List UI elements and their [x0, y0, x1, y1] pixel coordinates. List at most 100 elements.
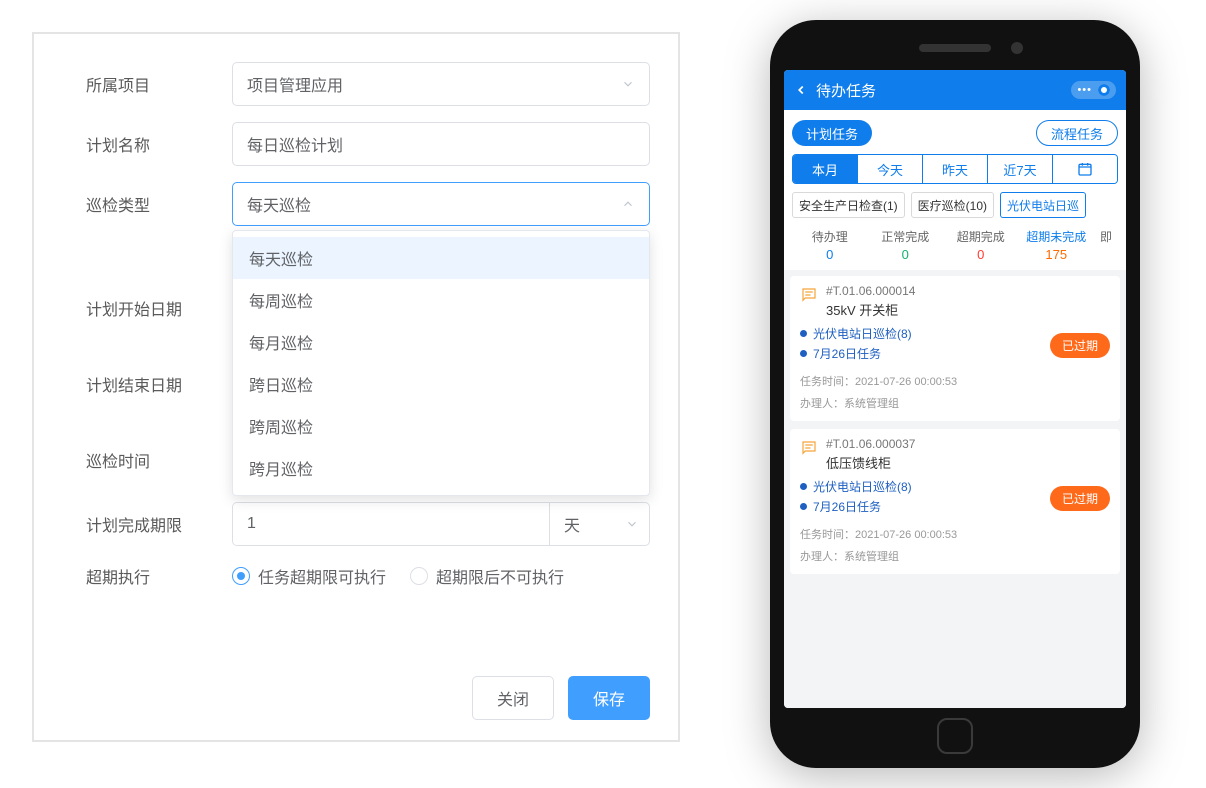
- phone-earpiece-icon: [919, 44, 991, 52]
- control-inspect-type: 每天巡检 每天巡检 每周巡检 每月巡检 跨日巡检 跨周巡检 跨月巡检: [232, 182, 650, 226]
- select-deadline-unit[interactable]: 天: [549, 503, 649, 545]
- stat-value: 0: [868, 247, 944, 262]
- row-project: 所属项目 项目管理应用: [62, 62, 650, 106]
- stat-overdue-done[interactable]: 超期完成 0: [943, 226, 1019, 264]
- input-deadline-number[interactable]: [233, 503, 549, 545]
- app-title: 待办任务: [816, 80, 1071, 101]
- app-header: 待办任务 •••: [784, 70, 1126, 110]
- form-footer: 关闭 保存: [472, 676, 650, 720]
- row-plan-name: 计划名称: [62, 122, 650, 166]
- radio-circle-icon: [410, 567, 428, 585]
- stat-row: 待办理 0 正常完成 0 超期完成 0 超期未完成: [792, 226, 1118, 264]
- close-button[interactable]: 关闭: [472, 676, 554, 720]
- tag-item[interactable]: 医疗巡检(10): [911, 192, 994, 218]
- stat-done[interactable]: 正常完成 0: [868, 226, 944, 264]
- card-bullet: 7月26日任务: [800, 345, 912, 362]
- card-bullets: 光伏电站日巡检(8) 7月26日任务: [800, 325, 912, 365]
- card-bullet: 7月26日任务: [800, 498, 912, 515]
- card-handler: 办理人：系统管理组: [800, 395, 1110, 411]
- card-head-text: #T.01.06.000014 35kV 开关柜: [826, 284, 915, 319]
- dropdown-option[interactable]: 跨周巡检: [233, 405, 649, 447]
- segment-calendar[interactable]: [1053, 155, 1117, 183]
- card-mid: 光伏电站日巡检(8) 7月26日任务 已过期: [800, 478, 1110, 518]
- tag-item[interactable]: 安全生产日检查(1): [792, 192, 905, 218]
- back-button[interactable]: [794, 83, 812, 97]
- dropdown-option[interactable]: 每周巡检: [233, 279, 649, 321]
- radio-overdue-forbid-label: 超期限后不可执行: [436, 564, 564, 588]
- pill-plan-tasks[interactable]: 计划任务: [792, 120, 872, 146]
- label-deadline: 计划完成期限: [62, 512, 232, 536]
- calendar-icon: [1077, 161, 1093, 177]
- label-project: 所属项目: [62, 72, 232, 96]
- radio-circle-icon: [232, 567, 250, 585]
- card-bullet: 光伏电站日巡检(8): [800, 478, 912, 495]
- label-overdue: 超期执行: [62, 564, 232, 588]
- input-plan-name-wrap: [232, 122, 650, 166]
- stat-label: 超期完成: [943, 228, 1019, 245]
- control-overdue: 任务超期限可执行 超期限后不可执行: [232, 564, 650, 588]
- radio-overdue-forbid[interactable]: 超期限后不可执行: [410, 564, 564, 588]
- label-plan-name: 计划名称: [62, 132, 232, 156]
- control-project: 项目管理应用: [232, 62, 650, 106]
- card-number: #T.01.06.000037: [826, 437, 915, 451]
- chevron-left-icon: [794, 83, 808, 97]
- row-deadline: 计划完成期限 天: [62, 502, 650, 546]
- save-button[interactable]: 保存: [568, 676, 650, 720]
- chat-icon: [800, 439, 818, 457]
- radio-group-overdue: 任务超期限可执行 超期限后不可执行: [232, 564, 650, 588]
- phone-shell: 待办任务 ••• 计划任务 流程任务 本月 今天 昨天 近7: [770, 20, 1140, 768]
- stat-label: 待办理: [792, 228, 868, 245]
- tag-item[interactable]: 光伏电站日巡: [1000, 192, 1086, 218]
- phone-camera-icon: [1011, 42, 1023, 54]
- phone-screen: 待办任务 ••• 计划任务 流程任务 本月 今天 昨天 近7: [784, 70, 1126, 708]
- dropdown-option[interactable]: 跨月巡检: [233, 447, 649, 489]
- label-end-date: 计划结束日期: [62, 372, 232, 396]
- segment-7days[interactable]: 近7天: [988, 155, 1053, 183]
- stat-more[interactable]: 即: [1094, 226, 1118, 264]
- stat-overdue-pending[interactable]: 超期未完成 175: [1019, 226, 1095, 264]
- card-head-text: #T.01.06.000037 低压馈线柜: [826, 437, 915, 472]
- radio-overdue-allow-label: 任务超期限可执行: [258, 564, 386, 588]
- stat-value: 0: [792, 247, 868, 262]
- segment-yesterday[interactable]: 昨天: [923, 155, 988, 183]
- card-bullet: 光伏电站日巡检(8): [800, 325, 912, 342]
- dropdown-option[interactable]: 跨日巡检: [233, 363, 649, 405]
- card-bullets: 光伏电站日巡检(8) 7月26日任务: [800, 478, 912, 518]
- status-badge: 已过期: [1050, 333, 1110, 358]
- card-head: #T.01.06.000037 低压馈线柜: [800, 437, 1110, 472]
- filter-block: 计划任务 流程任务 本月 今天 昨天 近7天 安全生产日检查(1): [784, 110, 1126, 270]
- control-deadline: 天: [232, 502, 650, 546]
- form-panel: 所属项目 项目管理应用 计划名称 巡检类型 每天巡检 每天巡检 每周巡检: [32, 32, 680, 742]
- label-start-date: 计划开始日期: [62, 296, 232, 320]
- dropdown-option[interactable]: 每天巡检: [233, 237, 649, 279]
- row-overdue: 超期执行 任务超期限可执行 超期限后不可执行: [62, 564, 650, 588]
- segment-row: 本月 今天 昨天 近7天: [792, 154, 1118, 184]
- task-card[interactable]: #T.01.06.000014 35kV 开关柜 光伏电站日巡检(8) 7月26…: [790, 276, 1120, 421]
- segment-today[interactable]: 今天: [858, 155, 923, 183]
- header-indicator[interactable]: •••: [1071, 81, 1116, 99]
- chevron-down-icon: [625, 517, 639, 531]
- label-inspect-type: 巡检类型: [62, 192, 232, 216]
- task-card[interactable]: #T.01.06.000037 低压馈线柜 光伏电站日巡检(8) 7月26日任务…: [790, 429, 1120, 574]
- stat-label: 正常完成: [868, 228, 944, 245]
- combo-deadline: 天: [232, 502, 650, 546]
- dropdown-option[interactable]: 每月巡检: [233, 321, 649, 363]
- card-time: 任务时间：2021-07-26 00:00:53: [800, 373, 1110, 389]
- stat-value: 0: [943, 247, 1019, 262]
- select-inspect-type-value: 每天巡检: [247, 192, 311, 216]
- stat-label: 即: [1094, 228, 1118, 245]
- select-inspect-type[interactable]: 每天巡检: [232, 182, 650, 226]
- card-name: 35kV 开关柜: [826, 300, 915, 319]
- card-list: #T.01.06.000014 35kV 开关柜 光伏电站日巡检(8) 7月26…: [784, 270, 1126, 574]
- select-project[interactable]: 项目管理应用: [232, 62, 650, 106]
- pill-process-tasks[interactable]: 流程任务: [1036, 120, 1118, 146]
- phone-mockup: 待办任务 ••• 计划任务 流程任务 本月 今天 昨天 近7: [770, 20, 1140, 768]
- input-plan-name[interactable]: [247, 135, 635, 153]
- card-number: #T.01.06.000014: [826, 284, 915, 298]
- stat-pending[interactable]: 待办理 0: [792, 226, 868, 264]
- phone-home-button[interactable]: [937, 718, 973, 754]
- segment-month[interactable]: 本月: [793, 155, 858, 183]
- card-name: 低压馈线柜: [826, 453, 915, 472]
- radio-overdue-allow[interactable]: 任务超期限可执行: [232, 564, 386, 588]
- deadline-unit-value: 天: [564, 512, 580, 536]
